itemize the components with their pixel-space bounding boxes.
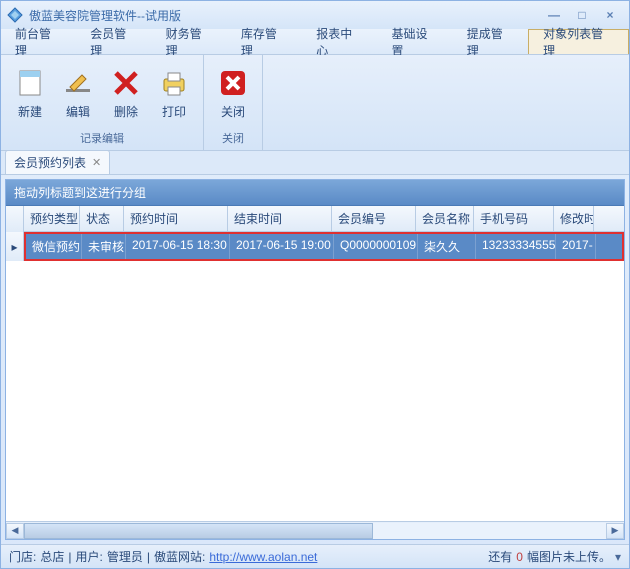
new-icon	[14, 67, 46, 99]
group-by-hint[interactable]: 拖动列标题到这进行分组	[6, 180, 624, 206]
ribbon-group-label: 关闭	[222, 128, 244, 148]
col-member-name[interactable]: 会员名称	[416, 206, 474, 231]
tabstrip: 会员预约列表 ✕	[1, 151, 629, 175]
cell-member-name: 柒久久	[418, 234, 476, 259]
col-type[interactable]: 预约类型	[24, 206, 80, 231]
ribbon-group-label: 记录编辑	[80, 128, 124, 148]
cell-phone: 13233334555	[476, 234, 556, 259]
upload-count: 0	[516, 550, 523, 564]
col-modified[interactable]: 修改时	[554, 206, 594, 231]
menu-inventory[interactable]: 库存管理	[227, 29, 302, 54]
tab-label: 会员预约列表	[14, 154, 86, 171]
cell-status: 未审核	[82, 234, 126, 259]
grid-header: 预约类型 状态 预约时间 结束时间 会员编号 会员名称 手机号码 修改时	[24, 206, 624, 232]
site-label: 傲蓝网站:	[154, 548, 205, 565]
app-logo-icon	[7, 7, 23, 23]
scroll-thumb[interactable]	[24, 523, 373, 539]
cell-modified: 2017-	[556, 234, 596, 259]
content-area: 拖动列标题到这进行分组 预约类型 状态 预约时间 结束时间 会员编号 会员名称 …	[5, 179, 625, 540]
close-icon	[217, 67, 249, 99]
col-member-no[interactable]: 会员编号	[332, 206, 416, 231]
cell-type: 微信预约	[26, 234, 82, 259]
edit-button[interactable]: 编辑	[55, 59, 101, 128]
maximize-button[interactable]: □	[569, 6, 595, 24]
cell-member-no: Q0000000109	[334, 234, 418, 259]
delete-button[interactable]: 删除	[103, 59, 149, 128]
statusbar: 门店: 总店 | 用户: 管理员 | 傲蓝网站: http://www.aola…	[1, 544, 629, 568]
chevron-down-icon[interactable]: ▾	[615, 550, 621, 564]
upload-suffix: 幅图片未上传。	[527, 548, 611, 565]
ribbon: 新建 编辑 删除 打印 记录编辑	[1, 55, 629, 151]
cell-end: 2017-06-15 19:00	[230, 234, 334, 259]
col-start[interactable]: 预约时间	[124, 206, 228, 231]
user-value: 管理员	[107, 548, 143, 565]
menu-finance[interactable]: 财务管理	[152, 29, 227, 54]
print-button[interactable]: 打印	[151, 59, 197, 128]
scroll-track[interactable]	[24, 523, 606, 539]
ribbon-group-record-edit: 新建 编辑 删除 打印 记录编辑	[1, 55, 204, 150]
new-button[interactable]: 新建	[7, 59, 53, 128]
menubar: 前台管理 会员管理 财务管理 库存管理 报表中心 基础设置 提成管理 对象列表管…	[1, 29, 629, 55]
menu-member[interactable]: 会员管理	[76, 29, 151, 54]
menu-commission[interactable]: 提成管理	[453, 29, 528, 54]
horizontal-scrollbar[interactable]: ◀ ▶	[6, 521, 624, 539]
delete-icon	[110, 67, 142, 99]
menu-settings[interactable]: 基础设置	[377, 29, 452, 54]
row-indicator[interactable]: ▸	[6, 232, 24, 261]
col-phone[interactable]: 手机号码	[474, 206, 554, 231]
cell-start: 2017-06-15 18:30	[126, 234, 230, 259]
edit-icon	[62, 67, 94, 99]
print-icon	[158, 67, 190, 99]
col-status[interactable]: 状态	[80, 206, 124, 231]
tab-appointment-list[interactable]: 会员预约列表 ✕	[5, 150, 110, 174]
ribbon-group-close: 关闭 关闭	[204, 55, 263, 150]
site-link[interactable]: http://www.aolan.net	[209, 550, 317, 564]
store-label: 门店:	[9, 548, 36, 565]
menu-object-list[interactable]: 对象列表管理	[528, 29, 629, 54]
menu-front-desk[interactable]: 前台管理	[1, 29, 76, 54]
data-grid[interactable]: 预约类型 状态 预约时间 结束时间 会员编号 会员名称 手机号码 修改时 ▸ 微…	[6, 206, 624, 521]
tab-close-icon[interactable]: ✕	[92, 156, 101, 169]
user-label: 用户:	[75, 548, 102, 565]
scroll-right-button[interactable]: ▶	[606, 523, 624, 539]
window-title: 傲蓝美容院管理软件--试用版	[29, 7, 541, 24]
scroll-left-button[interactable]: ◀	[6, 523, 24, 539]
table-row[interactable]: 微信预约 未审核 2017-06-15 18:30 2017-06-15 19:…	[24, 232, 624, 261]
col-end[interactable]: 结束时间	[228, 206, 332, 231]
row-indicator-header	[6, 206, 24, 232]
menu-reports[interactable]: 报表中心	[302, 29, 377, 54]
close-tab-button[interactable]: 关闭	[210, 59, 256, 128]
minimize-button[interactable]: —	[541, 6, 567, 24]
close-window-button[interactable]: ×	[597, 6, 623, 24]
store-value: 总店	[40, 548, 64, 565]
upload-prefix: 还有	[488, 548, 512, 565]
